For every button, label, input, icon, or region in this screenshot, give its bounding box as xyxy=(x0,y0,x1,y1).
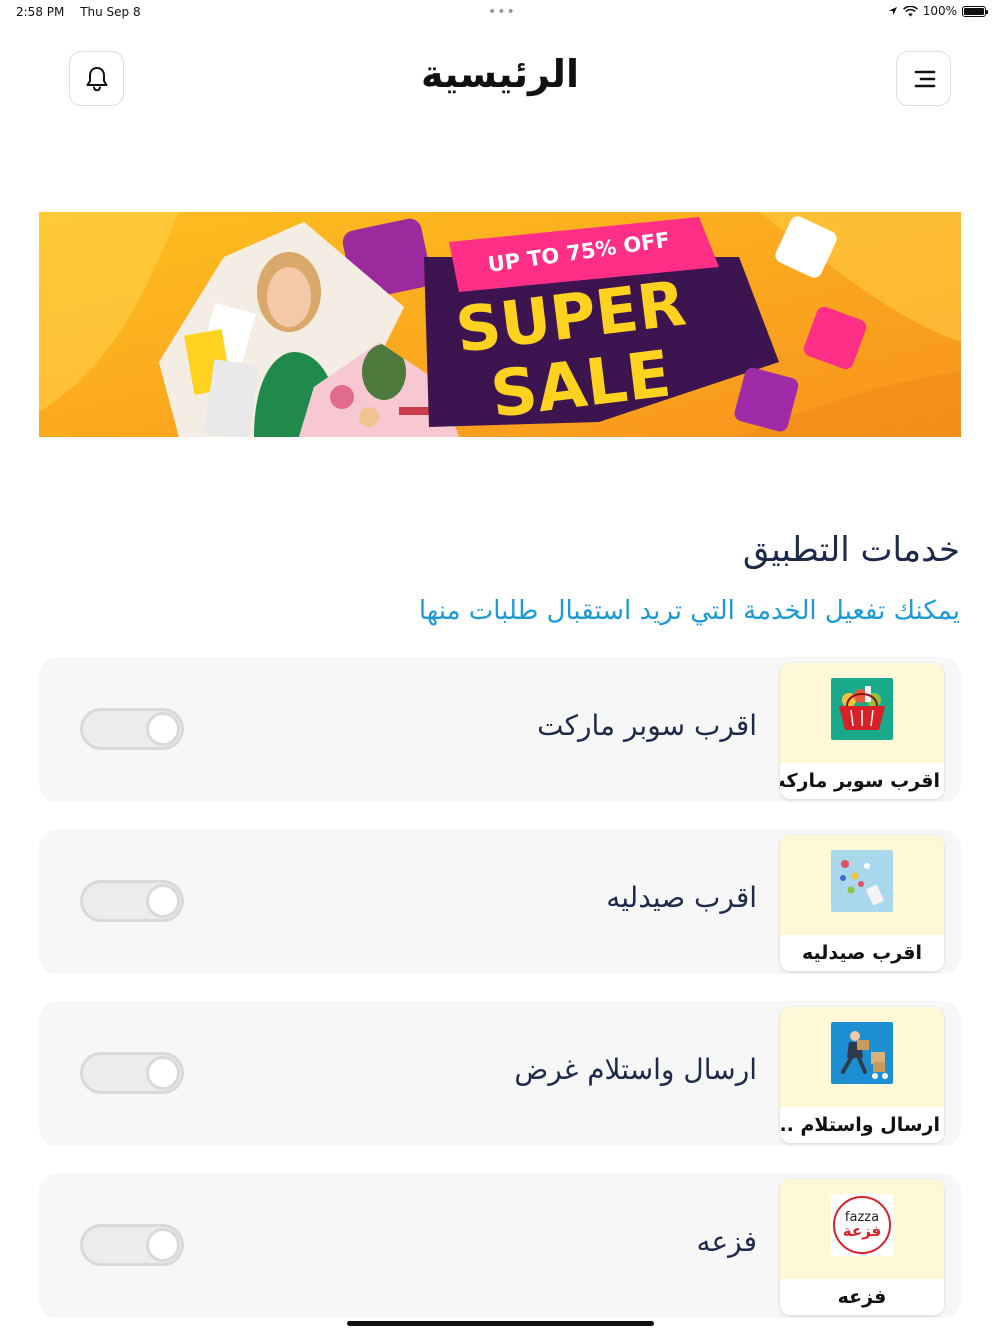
service-thumb-label: فزعه xyxy=(780,1279,944,1315)
service-thumb-label: ارسال واستلام ... xyxy=(780,1107,944,1143)
service-name: ارسال واستلام غرض xyxy=(514,1053,757,1086)
service-card-pharmacy[interactable]: اقرب صيدليه اقرب صيدليه xyxy=(39,829,961,974)
bell-icon xyxy=(86,66,107,91)
fazza-logo-icon: fazza فزعة xyxy=(831,1194,893,1256)
promo-banner[interactable]: UP TO 75% OFF SUPER SALE xyxy=(39,212,961,437)
service-name: اقرب صيدليه xyxy=(606,881,757,914)
service-thumb-fazza[interactable]: fazza فزعة فزعه xyxy=(780,1179,944,1315)
toggle-knob xyxy=(146,1056,180,1090)
delivery-courier-icon xyxy=(831,1022,893,1084)
service-thumb-delivery[interactable]: ارسال واستلام ... xyxy=(780,1007,944,1143)
fazza-logo-arabic: فزعة xyxy=(843,1222,882,1240)
menu-button[interactable] xyxy=(896,51,951,106)
service-thumb-label: اقرب صيدليه xyxy=(780,935,944,971)
service-card-fazza[interactable]: fazza فزعة فزعه فزعه xyxy=(39,1173,961,1318)
service-card-supermarket[interactable]: اقرب سوبر ماركت اقرب سوبر ماركت xyxy=(39,657,961,802)
status-time: 2:58 PM xyxy=(16,5,65,19)
menu-icon xyxy=(914,70,935,87)
pills-icon xyxy=(831,850,893,912)
service-thumb-supermarket[interactable]: اقرب سوبر ماركت xyxy=(780,663,944,799)
toggle-knob xyxy=(146,884,180,918)
banner-artwork: UP TO 75% OFF SUPER SALE xyxy=(39,212,961,437)
service-toggle-delivery[interactable] xyxy=(80,1052,184,1094)
toggle-knob xyxy=(146,1228,180,1262)
status-right: 100% xyxy=(888,4,988,18)
status-bar: 2:58 PM Thu Sep 8 ••• 100% xyxy=(0,0,1000,24)
service-thumb-label: اقرب سوبر ماركت xyxy=(780,763,944,799)
section-title: خدمات التطبيق xyxy=(742,530,960,570)
status-date: Thu Sep 8 xyxy=(80,5,141,19)
multitasking-dots-icon[interactable]: ••• xyxy=(488,4,516,20)
section-subtitle: يمكنك تفعيل الخدمة التي تريد استقبال طلب… xyxy=(418,596,960,626)
service-toggle-fazza[interactable] xyxy=(80,1224,184,1266)
battery-percent: 100% xyxy=(922,4,957,18)
home-indicator[interactable] xyxy=(347,1321,654,1326)
toggle-knob xyxy=(146,712,180,746)
status-left: 2:58 PM Thu Sep 8 xyxy=(16,5,153,19)
page-title: الرئيسية xyxy=(421,52,579,96)
grocery-basket-icon xyxy=(831,678,893,740)
service-card-delivery[interactable]: ارسال واستلام ... ارسال واستلام غرض xyxy=(39,1001,961,1146)
location-arrow-icon xyxy=(888,7,897,15)
service-thumb-pharmacy[interactable]: اقرب صيدليه xyxy=(780,835,944,971)
service-toggle-pharmacy[interactable] xyxy=(80,880,184,922)
battery-icon xyxy=(962,5,988,17)
notifications-button[interactable] xyxy=(69,51,124,106)
service-toggle-supermarket[interactable] xyxy=(80,708,184,750)
service-name: اقرب سوبر ماركت xyxy=(537,709,757,742)
wifi-icon xyxy=(902,5,918,16)
service-name: فزعه xyxy=(696,1225,757,1258)
